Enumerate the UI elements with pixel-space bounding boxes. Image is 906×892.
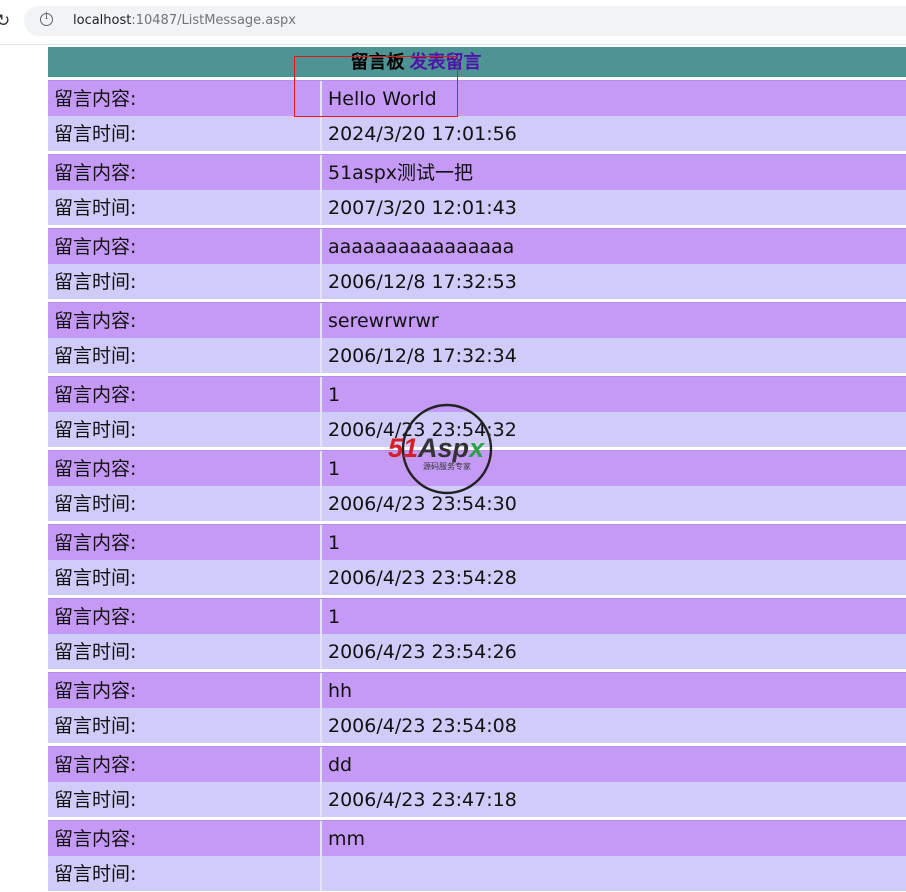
content-label: 留言内容: <box>48 747 322 782</box>
message-item: 留言内容: 1 留言时间: 2006/4/23 23:54:32 <box>48 373 906 447</box>
message-time-row: 留言时间: 2007/3/20 12:01:43 <box>48 190 906 225</box>
reload-icon[interactable]: ↻ <box>0 11 10 31</box>
time-value: 2006/4/23 23:54:08 <box>328 715 517 737</box>
time-value: 2006/4/23 23:54:32 <box>328 419 517 441</box>
message-content-row: 留言内容: 51aspx测试一把 <box>48 154 906 190</box>
message-time-row: 留言时间: 2006/12/8 17:32:53 <box>48 264 906 299</box>
time-label: 留言时间: <box>48 782 322 817</box>
time-value: 2007/3/20 12:01:43 <box>328 197 517 219</box>
content-value: serewrwrwr <box>328 310 439 332</box>
message-item: 留言内容: serewrwrwr 留言时间: 2006/12/8 17:32:34 <box>48 299 906 373</box>
content-value: 1 <box>328 532 341 554</box>
time-value: 2006/4/23 23:54:30 <box>328 493 517 515</box>
message-content-row: 留言内容: serewrwrwr <box>48 302 906 338</box>
message-content-row: 留言内容: hh <box>48 672 906 708</box>
message-item: 留言内容: Hello World 留言时间: 2024/3/20 17:01:56 <box>48 77 906 151</box>
message-time-row: 留言时间: 2006/4/23 23:54:26 <box>48 634 906 669</box>
message-time-row: 留言时间: 2006/4/23 23:47:18 <box>48 782 906 817</box>
board-title: 留言板 <box>350 52 405 73</box>
content-label: 留言内容: <box>48 673 322 708</box>
time-label: 留言时间: <box>48 338 322 373</box>
content-label: 留言内容: <box>48 155 322 190</box>
board-header: 留言板 发表留言 <box>48 47 906 77</box>
content-label: 留言内容: <box>48 451 322 486</box>
time-label: 留言时间: <box>48 634 322 669</box>
message-content-row: 留言内容: 1 <box>48 450 906 486</box>
time-value: 2006/12/8 17:32:34 <box>328 345 517 367</box>
content-value: 51aspx测试一把 <box>328 162 474 184</box>
message-time-row: 留言时间: 2006/12/8 17:32:34 <box>48 338 906 373</box>
time-label: 留言时间: <box>48 708 322 743</box>
time-value <box>322 856 328 891</box>
content-label: 留言内容: <box>48 525 322 560</box>
url-host: localhost <box>73 13 132 28</box>
url-field[interactable]: localhost:10487/ListMessage.aspx <box>24 6 906 36</box>
content-value: aaaaaaaaaaaaaaaa <box>328 236 515 258</box>
content-label: 留言内容: <box>48 821 322 856</box>
time-value: 2006/12/8 17:32:53 <box>328 271 517 293</box>
time-label: 留言时间: <box>48 116 322 151</box>
message-content-row: 留言内容: 1 <box>48 524 906 560</box>
content-label: 留言内容: <box>48 81 322 116</box>
content-label: 留言内容: <box>48 599 322 634</box>
content-label: 留言内容: <box>48 377 322 412</box>
message-item: 留言内容: dd 留言时间: 2006/4/23 23:47:18 <box>48 743 906 817</box>
message-content-row: 留言内容: mm <box>48 820 906 856</box>
message-time-row: 留言时间: 2006/4/23 23:54:32 <box>48 412 906 447</box>
content-value: dd <box>328 754 353 776</box>
time-label: 留言时间: <box>48 190 322 225</box>
message-content-row: 留言内容: dd <box>48 746 906 782</box>
message-item: 留言内容: aaaaaaaaaaaaaaaa 留言时间: 2006/12/8 17:3… <box>48 225 906 299</box>
time-label: 留言时间: <box>48 560 322 595</box>
url-path: :10487/ListMessage.aspx <box>131 13 296 28</box>
message-board: 留言板 发表留言 留言内容: Hello World 留言时间: 2024/3/20 1… <box>48 47 906 891</box>
content-value: 1 <box>328 606 341 628</box>
url-text: localhost:10487/ListMessage.aspx <box>73 13 296 28</box>
message-content-row: 留言内容: aaaaaaaaaaaaaaaa <box>48 228 906 264</box>
message-time-row: 留言时间: 2006/4/23 23:54:30 <box>48 486 906 521</box>
content-label: 留言内容: <box>48 303 322 338</box>
browser-address-bar: ↻ localhost:10487/ListMessage.aspx <box>0 0 906 45</box>
time-value: 2024/3/20 17:01:56 <box>328 123 517 145</box>
content-value: 1 <box>328 458 341 480</box>
post-message-link[interactable]: 发表留言 <box>410 52 482 73</box>
message-time-row: 留言时间: 2024/3/20 17:01:56 <box>48 116 906 151</box>
content-label: 留言内容: <box>48 229 322 264</box>
message-item: 留言内容: 1 留言时间: 2006/4/23 23:54:26 <box>48 595 906 669</box>
time-label: 留言时间: <box>48 264 322 299</box>
message-item: 留言内容: mm 留言时间: <box>48 817 906 891</box>
message-time-row: 留言时间: 2006/4/23 23:54:28 <box>48 560 906 595</box>
content-value: Hello World <box>328 88 437 110</box>
time-value: 2006/4/23 23:47:18 <box>328 789 517 811</box>
time-value: 2006/4/23 23:54:26 <box>328 641 517 663</box>
message-content-row: 留言内容: Hello World <box>48 80 906 116</box>
message-content-row: 留言内容: 1 <box>48 598 906 634</box>
time-label: 留言时间: <box>48 412 322 447</box>
content-value: hh <box>328 680 353 702</box>
message-time-row: 留言时间: 2006/4/23 23:54:08 <box>48 708 906 743</box>
time-label: 留言时间: <box>48 486 322 521</box>
time-value: 2006/4/23 23:54:28 <box>328 567 517 589</box>
content-value: 1 <box>328 384 341 406</box>
message-item: 留言内容: hh 留言时间: 2006/4/23 23:54:08 <box>48 669 906 743</box>
message-time-row: 留言时间: <box>48 856 906 891</box>
message-list: 留言内容: Hello World 留言时间: 2024/3/20 17:01:56 留… <box>48 77 906 891</box>
info-circle-icon[interactable] <box>40 11 53 26</box>
time-label: 留言时间: <box>48 856 322 891</box>
message-item: 留言内容: 1 留言时间: 2006/4/23 23:54:28 <box>48 521 906 595</box>
message-item: 留言内容: 1 留言时间: 2006/4/23 23:54:30 <box>48 447 906 521</box>
content-value: mm <box>328 828 366 850</box>
message-content-row: 留言内容: 1 <box>48 376 906 412</box>
message-item: 留言内容: 51aspx测试一把 留言时间: 2007/3/20 12:01:43 <box>48 151 906 225</box>
